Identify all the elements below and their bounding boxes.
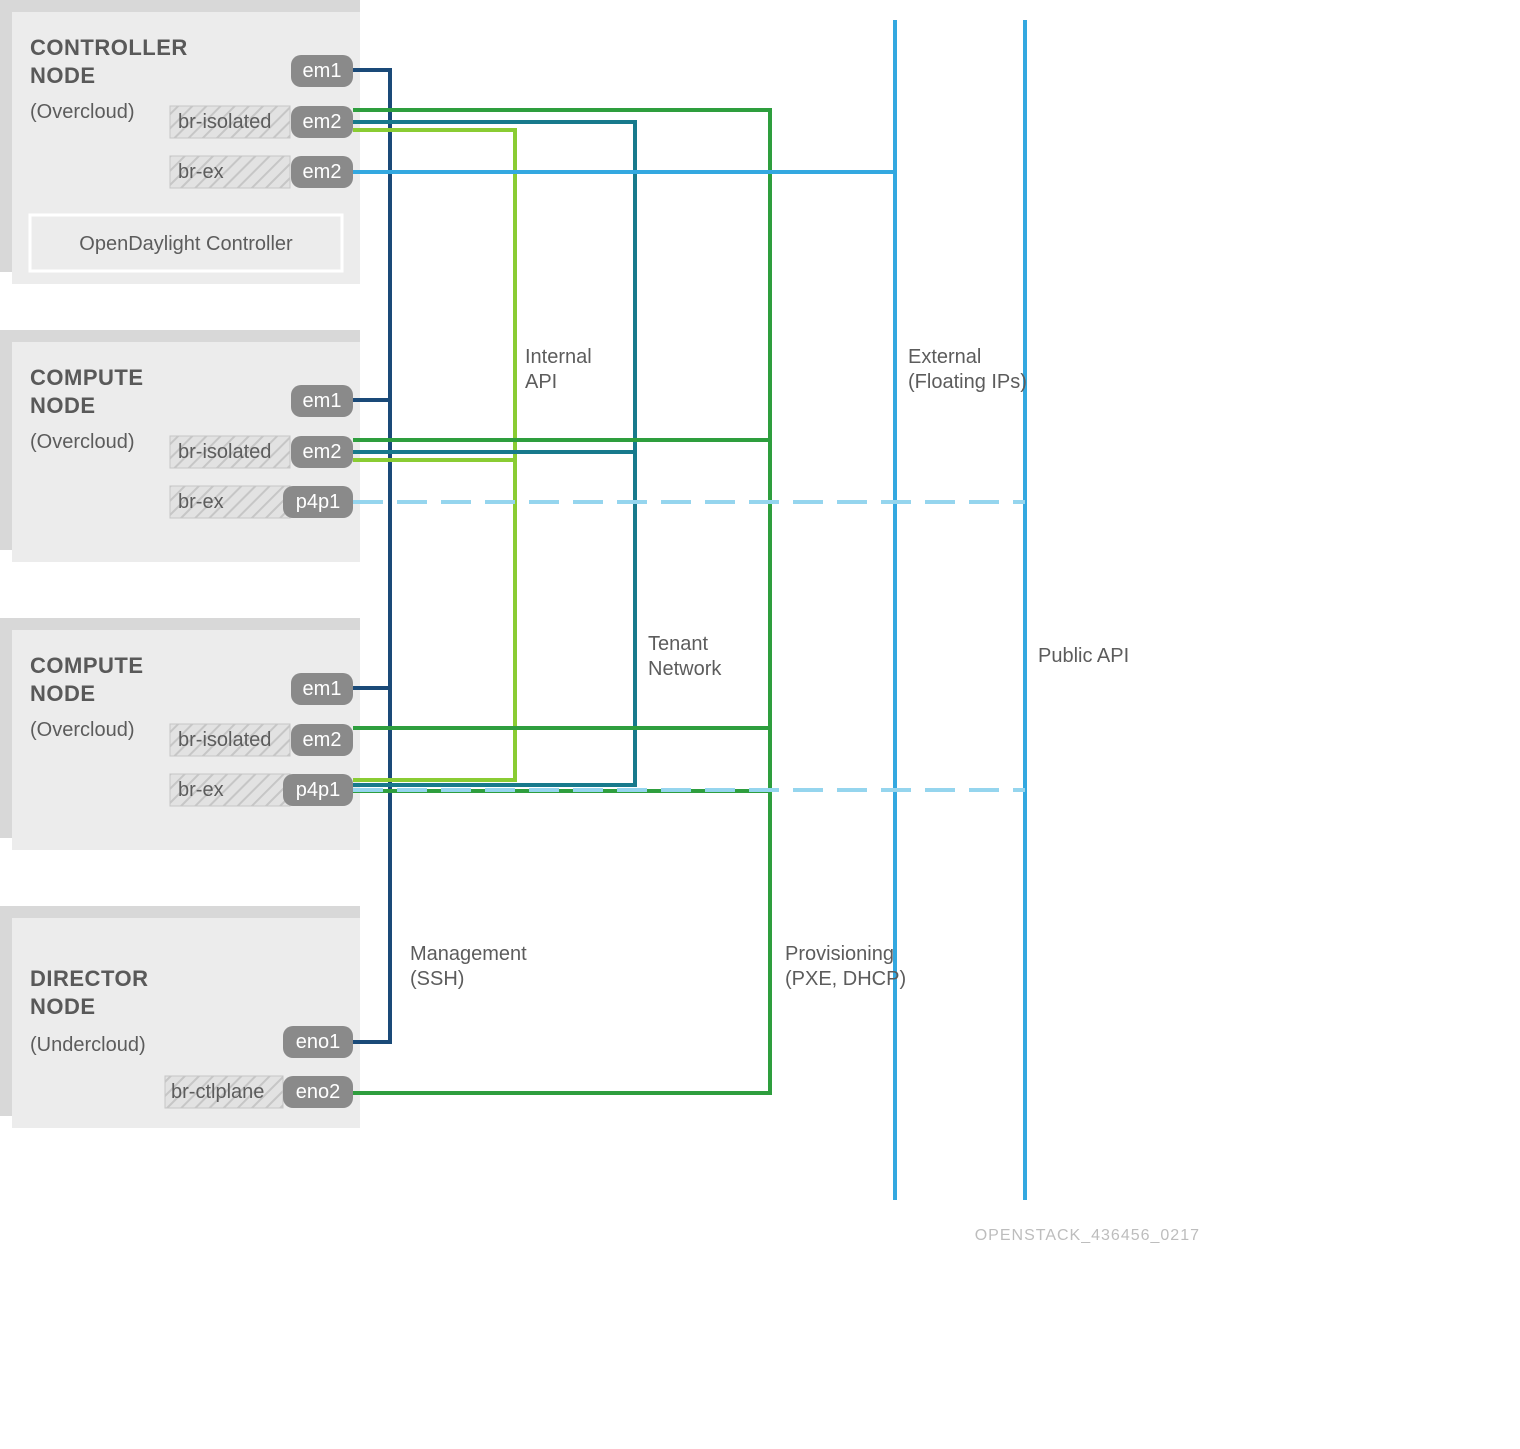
svg-text:(Overcloud): (Overcloud) xyxy=(30,719,134,741)
svg-text:DIRECTOR: DIRECTOR xyxy=(30,966,149,991)
svg-text:br-ex: br-ex xyxy=(178,161,224,183)
svg-text:br-isolated: br-isolated xyxy=(178,441,271,463)
svg-text:NODE: NODE xyxy=(30,681,96,706)
svg-text:NODE: NODE xyxy=(30,63,96,88)
node-sub: (Overcloud) xyxy=(30,101,134,123)
svg-text:p4p1: p4p1 xyxy=(296,779,341,801)
svg-text:COMPUTE: COMPUTE xyxy=(30,653,144,678)
svg-text:em1: em1 xyxy=(303,678,342,700)
svg-text:em2: em2 xyxy=(303,441,342,463)
svg-text:COMPUTE: COMPUTE xyxy=(30,365,144,390)
svg-text:(Overcloud): (Overcloud) xyxy=(30,431,134,453)
row-br-ex: br-ex em2 xyxy=(170,156,353,188)
svg-text:NODE: NODE xyxy=(30,393,96,418)
svg-text:em2: em2 xyxy=(303,111,342,133)
svg-text:br-ctlplane: br-ctlplane xyxy=(171,1081,264,1103)
mgmt-label-1: Management xyxy=(410,943,527,965)
internal-label-2: API xyxy=(525,371,557,393)
row-br-isolated: br-isolated em2 xyxy=(170,106,353,138)
svg-text:em2: em2 xyxy=(303,161,342,183)
network-diagram: Management (SSH) Internal API Tenant Net… xyxy=(0,0,1520,1449)
svg-text:br-ex: br-ex xyxy=(178,491,224,513)
mgmt-label-2: (SSH) xyxy=(410,968,464,990)
svg-text:eno1: eno1 xyxy=(296,1031,341,1053)
prov-label-1: Provisioning xyxy=(785,943,894,965)
node-compute-1: COMPUTE NODE (Overcloud) em1 br-isolated… xyxy=(0,330,1025,562)
tenant-label-1: Tenant xyxy=(648,633,708,655)
node-director: DIRECTOR NODE (Undercloud) eno1 br-ctlpl… xyxy=(0,906,772,1128)
svg-text:br-isolated: br-isolated xyxy=(178,111,271,133)
svg-text:br-ex: br-ex xyxy=(178,779,224,801)
node-controller: CONTROLLER NODE (Overcloud) em1 br-isola… xyxy=(0,0,895,284)
ext-label-1: External xyxy=(908,346,981,368)
svg-text:(Undercloud): (Undercloud) xyxy=(30,1034,146,1056)
svg-text:p4p1: p4p1 xyxy=(296,491,341,513)
prov-label-2: (PXE, DHCP) xyxy=(785,968,906,990)
row-em1: em1 xyxy=(291,55,353,87)
ext-label-2: (Floating IPs) xyxy=(908,371,1027,393)
svg-text:em1: em1 xyxy=(303,390,342,412)
public-label-1: Public API xyxy=(1038,645,1129,667)
svg-text:eno2: eno2 xyxy=(296,1081,341,1103)
tenant-label-2: Network xyxy=(648,658,722,680)
svg-text:em1: em1 xyxy=(303,60,342,82)
svg-text:br-isolated: br-isolated xyxy=(178,729,271,751)
svg-text:em2: em2 xyxy=(303,729,342,751)
svg-text:NODE: NODE xyxy=(30,994,96,1019)
footer-id: OPENSTACK_436456_0217 xyxy=(975,1227,1200,1244)
internal-label-1: Internal xyxy=(525,346,592,368)
node-title: CONTROLLER xyxy=(30,35,188,60)
node-compute-2: COMPUTE NODE (Overcloud) em1 br-isolated… xyxy=(0,618,1025,850)
odl-label: OpenDaylight Controller xyxy=(79,233,293,255)
